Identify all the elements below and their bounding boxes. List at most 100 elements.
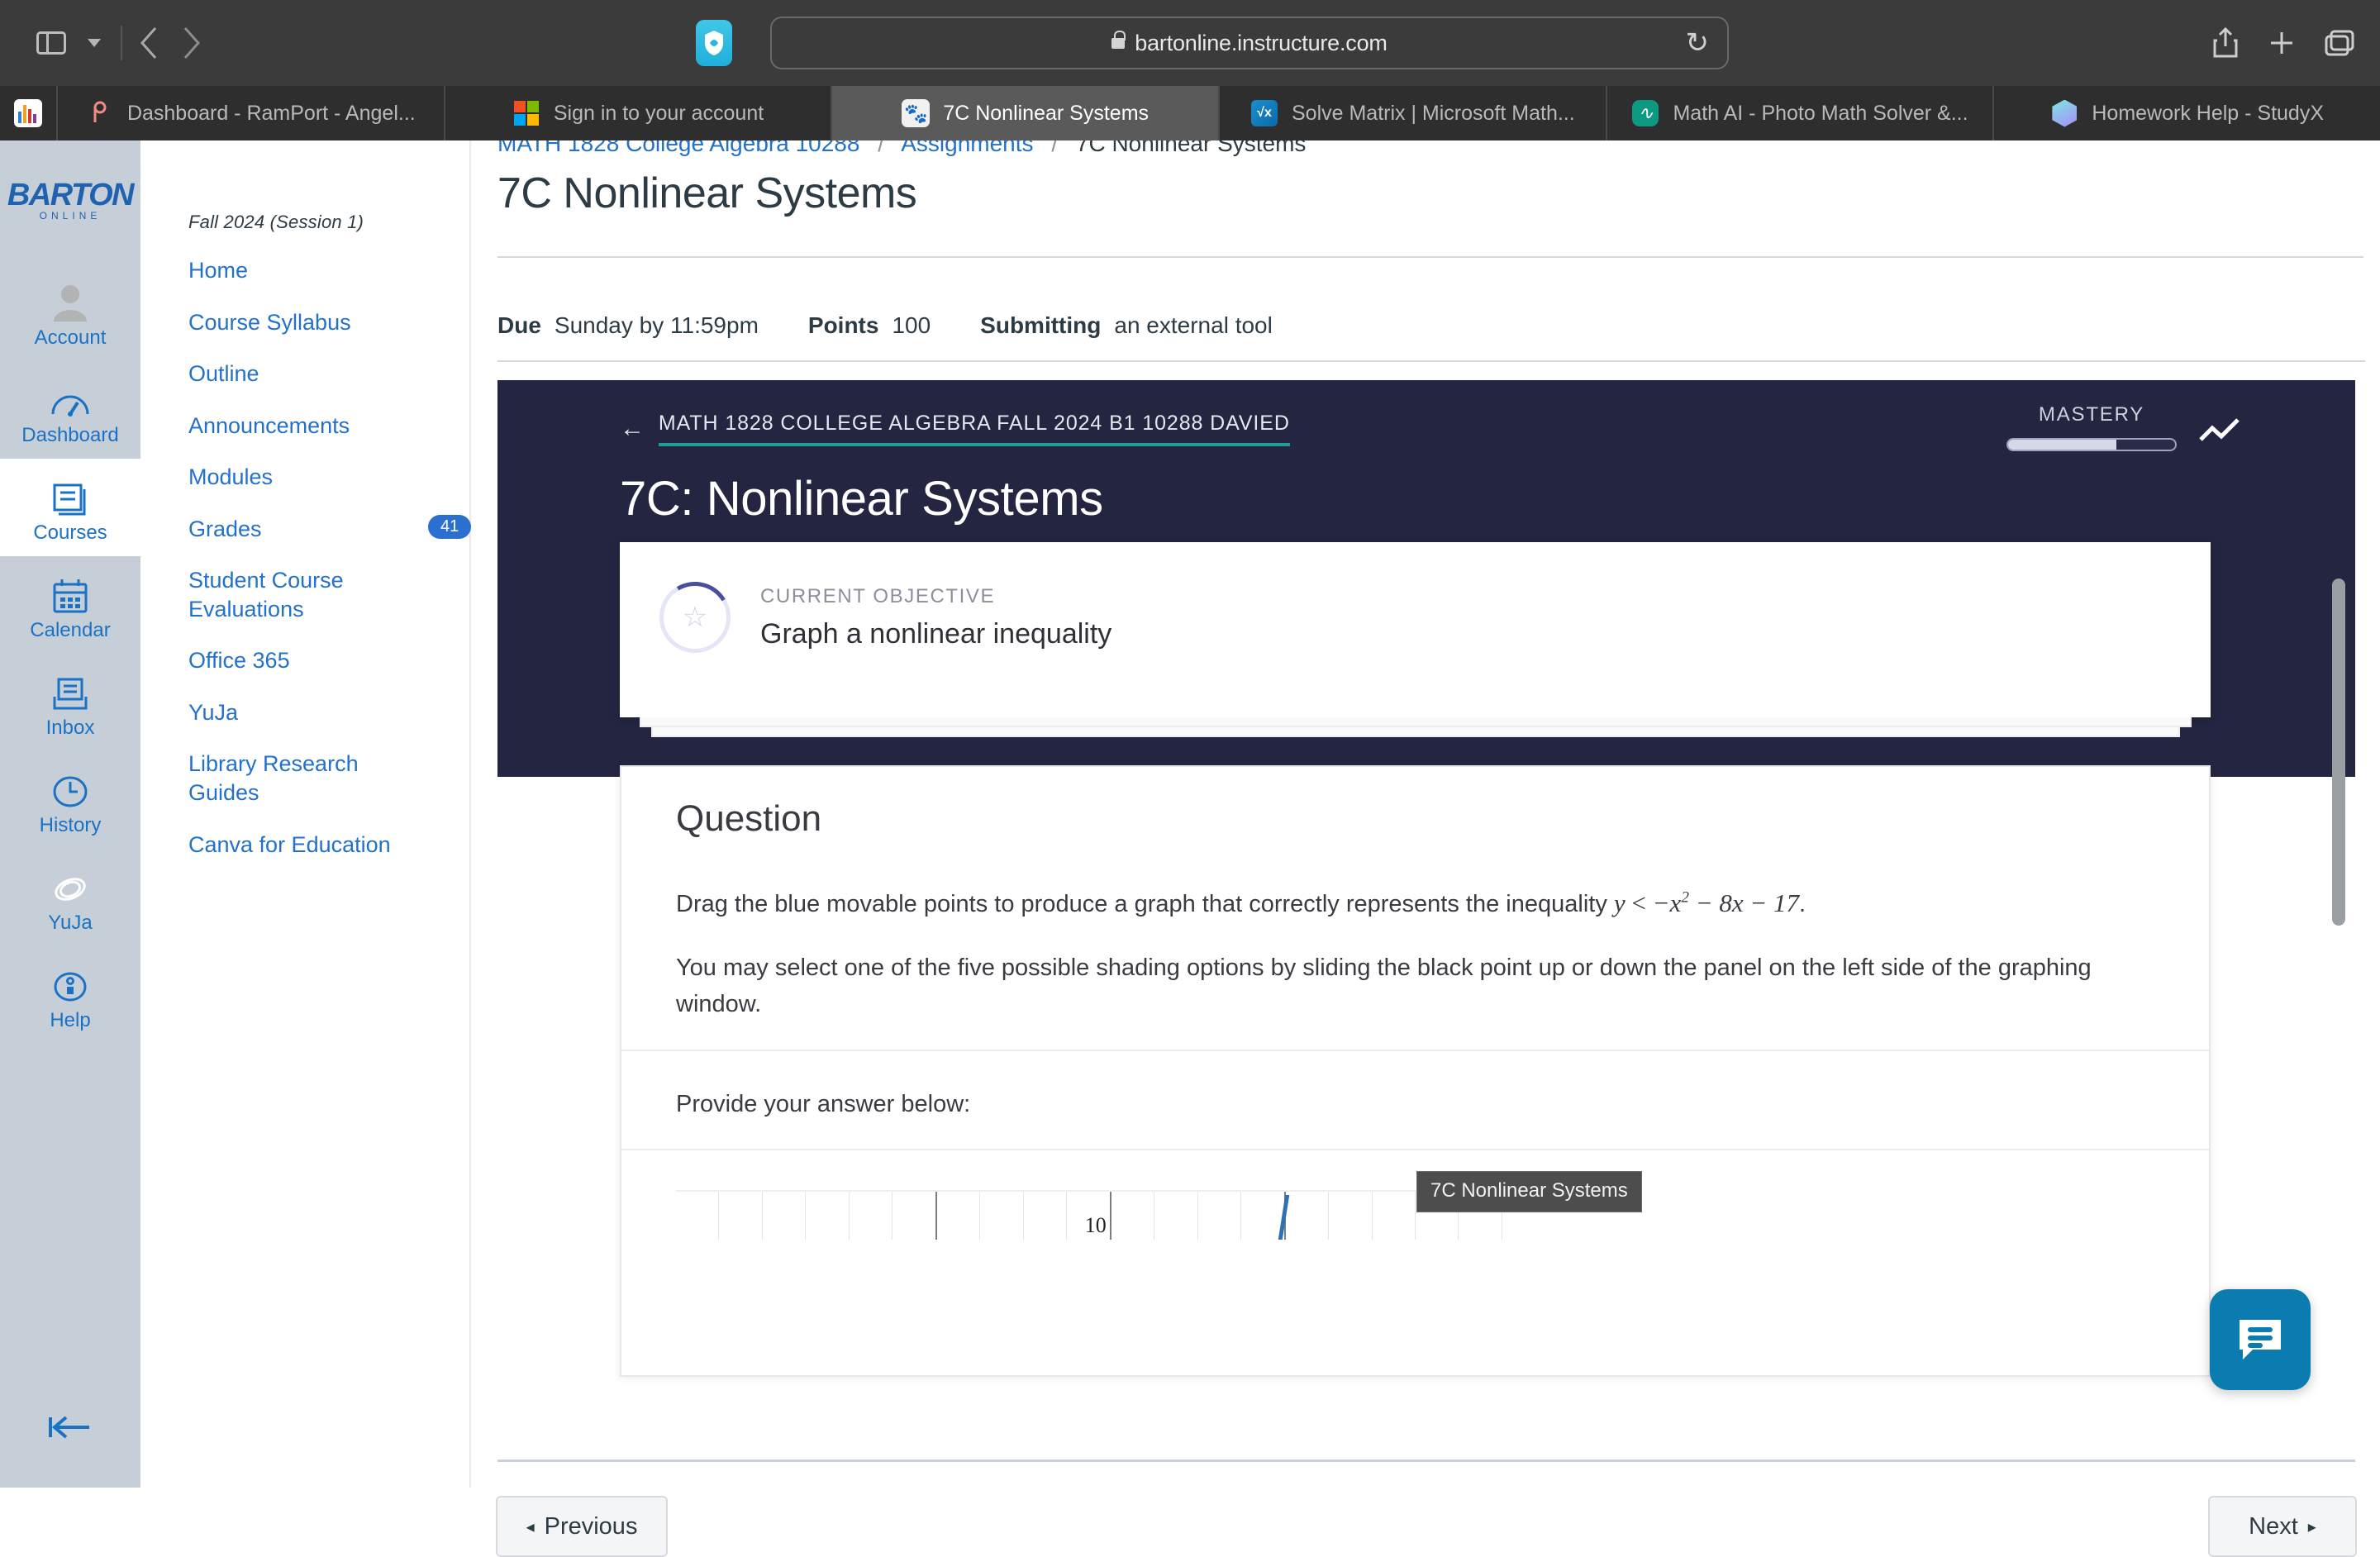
divider (497, 360, 2365, 362)
sidebar-item-account[interactable]: Account (0, 264, 140, 361)
extension-shield-icon[interactable] (696, 20, 732, 66)
graph-tick (676, 1192, 720, 1240)
graph-tick (1373, 1192, 1416, 1240)
sidebar-item-dashboard[interactable]: Dashboard (0, 361, 140, 459)
course-nav-library-research-guides[interactable]: Library Research Guides (188, 750, 395, 807)
sidebar-item-label: Help (50, 1009, 91, 1032)
mastery-progress-fill (2008, 440, 2117, 450)
lti-back-link-label: MATH 1828 COLLEGE ALGEBRA FALL 2024 B1 1… (658, 412, 1290, 446)
browser-tab[interactable]: Sign in to your account (445, 86, 833, 140)
sidebar-item-calendar[interactable]: Calendar (0, 556, 140, 654)
star-progress-icon: ☆ (659, 582, 731, 653)
studyx-icon (2050, 99, 2078, 127)
tab-tooltip: 7C Nonlinear Systems (1416, 1171, 1642, 1212)
submitting-value: an external tool (1114, 312, 1273, 338)
graph-tick (937, 1192, 981, 1240)
tab-title: 7C Nonlinear Systems (943, 101, 1150, 125)
assignment-header: 7C Nonlinear Systems (497, 169, 2363, 258)
breadcrumb: MATH 1828 College Algebra 10288 / Assign… (497, 140, 1306, 157)
breadcrumb-assignments[interactable]: Assignments (901, 140, 1033, 156)
question-heading: Question (676, 798, 822, 839)
lti-back-link[interactable]: ← MATH 1828 COLLEGE ALGEBRA FALL 2024 B1… (620, 412, 1290, 446)
help-info-icon (51, 959, 89, 1004)
course-nav-outline[interactable]: Outline (188, 359, 395, 388)
breadcrumb-course[interactable]: MATH 1828 College Algebra 10288 (497, 140, 859, 156)
chat-bubble-icon[interactable] (2210, 1289, 2311, 1390)
browser-tab[interactable]: √x Solve Matrix | Microsoft Math... (1220, 86, 1607, 140)
divider (621, 1050, 2209, 1051)
sidebar-item-courses[interactable]: Courses (0, 459, 140, 557)
browser-tab-active[interactable]: 🐾 7C Nonlinear Systems (832, 86, 1221, 140)
shield-glyph (705, 31, 723, 55)
sidebar-item-yuja[interactable]: YuJa (0, 849, 140, 946)
bar-chart-app-icon[interactable] (0, 86, 58, 140)
course-nav-grades[interactable]: Grades 41 (188, 514, 472, 544)
microsoft-math-icon: √x (1250, 99, 1278, 127)
gauge-icon (50, 374, 91, 419)
graph-tick (719, 1192, 763, 1240)
sidebar-toggle-icon[interactable] (30, 21, 73, 64)
sidebar-item-help[interactable]: Help (0, 946, 140, 1044)
chevron-down-icon[interactable] (73, 21, 116, 64)
divider (497, 256, 2363, 258)
graph-tick (1329, 1192, 1373, 1240)
graph-tick (1024, 1192, 1068, 1240)
sidebar-item-history[interactable]: History (0, 751, 140, 849)
back-arrow-icon[interactable] (127, 21, 170, 64)
reload-icon[interactable]: ↻ (1686, 29, 1710, 57)
sidebar-item-label: Account (34, 326, 107, 350)
due-value: Sunday by 11:59pm (554, 312, 759, 338)
page-scrollbar[interactable] (2332, 579, 2345, 926)
collapse-left-icon[interactable] (46, 1411, 94, 1450)
paw-icon: 🐾 (902, 99, 931, 127)
forward-arrow-icon[interactable] (170, 21, 213, 64)
course-nav-grades-label: Grades (188, 516, 262, 541)
question-paragraph-2: You may select one of the five possible … (676, 955, 2092, 1017)
course-nav-canva-for-education[interactable]: Canva for Education (188, 831, 395, 859)
next-button[interactable]: Next ▸ (2208, 1496, 2357, 1557)
graph-tick (763, 1192, 807, 1240)
mastery-meter: MASTERY (2006, 403, 2177, 451)
course-nav-office-365[interactable]: Office 365 (188, 646, 395, 675)
share-icon[interactable] (2211, 26, 2240, 60)
course-nav-student-course-evaluations[interactable]: Student Course Evaluations (188, 566, 395, 623)
sidebar-item-inbox[interactable]: Inbox (0, 654, 140, 751)
previous-button-label: Previous (544, 1512, 638, 1540)
question-card: Question Drag the blue movable points to… (620, 765, 2211, 1377)
course-nav-course-syllabus[interactable]: Course Syllabus (188, 308, 395, 337)
yuja-swirl-icon (50, 862, 91, 907)
inequality-expression: y < −x2 − 8x − 17 (1613, 888, 1800, 917)
graph-tick (1154, 1192, 1198, 1240)
address-bar[interactable]: bartonline.instructure.com ↻ (770, 17, 1729, 69)
browser-tab[interactable]: Homework Help - StudyX (1994, 86, 2380, 140)
browser-chrome: bartonline.instructure.com ↻ (0, 0, 2380, 86)
course-nav-announcements[interactable]: Announcements (188, 412, 395, 440)
browser-tab[interactable]: ∿ Math AI - Photo Math Solver &... (1607, 86, 1995, 140)
course-nav-home[interactable]: Home (188, 256, 395, 285)
bar-chart-glyph (14, 99, 42, 127)
plus-icon[interactable] (2268, 29, 2296, 57)
course-nav-yuja[interactable]: YuJa (188, 698, 395, 727)
tab-overview-icon[interactable] (2324, 29, 2355, 57)
previous-button[interactable]: ◂ Previous (496, 1496, 668, 1557)
mastery-progress-bar (2006, 438, 2177, 451)
external-tool-frame: ← MATH 1828 COLLEGE ALGEBRA FALL 2024 B1… (497, 380, 2355, 1413)
logo-sub-text: ONLINE (39, 210, 102, 222)
sidebar-item-label: History (39, 814, 102, 837)
course-nav-modules[interactable]: Modules (188, 463, 395, 492)
tab-title: Solve Matrix | Microsoft Math... (1292, 101, 1575, 125)
current-objective-text: Graph a nonlinear inequality (760, 618, 1112, 650)
share-glyph (2213, 26, 2238, 58)
breadcrumb-separator: / (1051, 140, 1059, 156)
graph-ruler-strip[interactable]: 10 (676, 1190, 1502, 1240)
sidebar-item-label: Courses (33, 521, 107, 545)
sidebar-item-label: Dashboard (21, 424, 119, 447)
points-value: 100 (892, 312, 931, 338)
book-icon (51, 472, 89, 517)
browser-tab[interactable]: Dashboard - RamPort - Angel... (58, 86, 445, 140)
tab-title: Sign in to your account (553, 101, 764, 125)
url-text: bartonline.instructure.com (1135, 30, 1388, 55)
trend-line-icon[interactable] (2198, 418, 2241, 450)
graph-movable-point[interactable] (1241, 1192, 1289, 1240)
toolbar-divider (121, 26, 122, 60)
